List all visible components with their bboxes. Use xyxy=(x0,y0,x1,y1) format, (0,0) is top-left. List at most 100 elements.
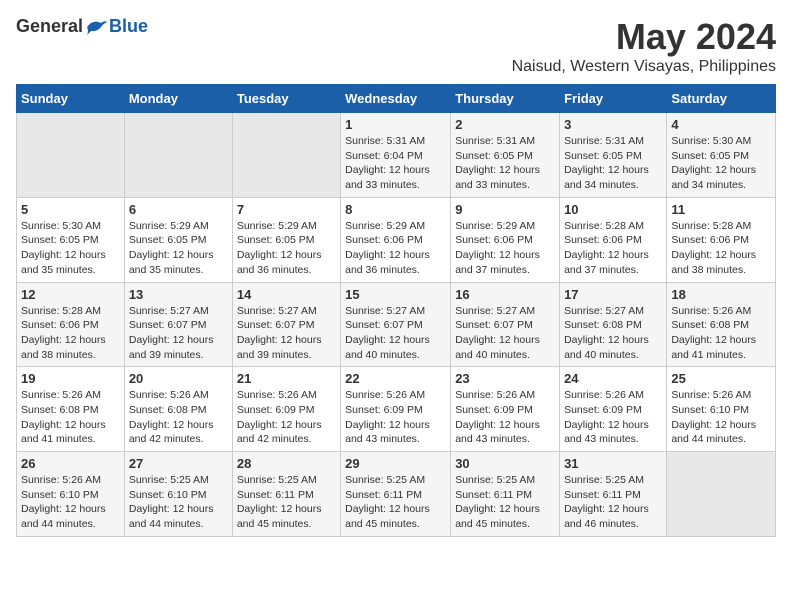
day-info: Sunrise: 5:29 AM Sunset: 6:05 PM Dayligh… xyxy=(129,219,228,278)
day-info: Sunrise: 5:26 AM Sunset: 6:09 PM Dayligh… xyxy=(455,388,555,447)
day-number: 3 xyxy=(564,117,662,132)
day-info: Sunrise: 5:29 AM Sunset: 6:06 PM Dayligh… xyxy=(455,219,555,278)
logo-general-text: General xyxy=(16,16,83,37)
calendar-cell: 11Sunrise: 5:28 AM Sunset: 6:06 PM Dayli… xyxy=(667,197,776,282)
day-info: Sunrise: 5:30 AM Sunset: 6:05 PM Dayligh… xyxy=(671,134,771,193)
column-header-monday: Monday xyxy=(124,85,232,113)
logo-bird-icon xyxy=(85,17,109,37)
day-info: Sunrise: 5:26 AM Sunset: 6:09 PM Dayligh… xyxy=(345,388,446,447)
day-info: Sunrise: 5:26 AM Sunset: 6:08 PM Dayligh… xyxy=(671,304,771,363)
calendar-header-row: SundayMondayTuesdayWednesdayThursdayFrid… xyxy=(17,85,776,113)
calendar-cell: 29 Sunrise: 5:25 AM Sunset: 6:11 PM Dayli… xyxy=(341,452,451,537)
calendar-cell: 21Sunrise: 5:26 AM Sunset: 6:09 PM Dayli… xyxy=(232,367,340,452)
day-number: 6 xyxy=(129,202,228,217)
calendar-cell: 2 Sunrise: 5:31 AM Sunset: 6:05 PM Daylig… xyxy=(451,113,560,198)
day-number: 26 xyxy=(21,456,120,471)
day-info: Sunrise: 5:26 AM Sunset: 6:10 PM Dayligh… xyxy=(671,388,771,447)
calendar-cell xyxy=(232,113,340,198)
column-header-friday: Friday xyxy=(560,85,667,113)
day-number: 30 xyxy=(455,456,555,471)
day-info: Sunrise: 5:31 AM Sunset: 6:05 PM Dayligh… xyxy=(455,134,555,193)
subtitle: Naisud, Western Visayas, Philippines xyxy=(512,58,776,76)
day-info: Sunrise: 5:31 AM Sunset: 6:04 PM Dayligh… xyxy=(345,134,446,193)
calendar-cell: 7 Sunrise: 5:29 AM Sunset: 6:05 PM Daylig… xyxy=(232,197,340,282)
calendar-cell xyxy=(124,113,232,198)
day-info: Sunrise: 5:25 AM Sunset: 6:11 PM Dayligh… xyxy=(345,473,446,532)
calendar-cell: 18 Sunrise: 5:26 AM Sunset: 6:08 PM Dayli… xyxy=(667,282,776,367)
day-info: Sunrise: 5:27 AM Sunset: 6:07 PM Dayligh… xyxy=(129,304,228,363)
day-number: 19 xyxy=(21,371,120,386)
day-number: 16 xyxy=(455,287,555,302)
day-number: 22 xyxy=(345,371,446,386)
day-info: Sunrise: 5:27 AM Sunset: 6:07 PM Dayligh… xyxy=(455,304,555,363)
day-number: 20 xyxy=(129,371,228,386)
day-number: 15 xyxy=(345,287,446,302)
main-title: May 2024 xyxy=(512,16,776,58)
day-number: 17 xyxy=(564,287,662,302)
calendar: SundayMondayTuesdayWednesdayThursdayFrid… xyxy=(16,84,776,537)
day-info: Sunrise: 5:27 AM Sunset: 6:07 PM Dayligh… xyxy=(345,304,446,363)
calendar-cell: 8Sunrise: 5:29 AM Sunset: 6:06 PM Daylig… xyxy=(341,197,451,282)
day-number: 31 xyxy=(564,456,662,471)
day-info: Sunrise: 5:28 AM Sunset: 6:06 PM Dayligh… xyxy=(21,304,120,363)
calendar-cell: 22 Sunrise: 5:26 AM Sunset: 6:09 PM Dayli… xyxy=(341,367,451,452)
calendar-cell: 17 Sunrise: 5:27 AM Sunset: 6:08 PM Dayli… xyxy=(560,282,667,367)
logo-blue-text: Blue xyxy=(109,16,148,37)
calendar-week-row: 26 Sunrise: 5:26 AM Sunset: 6:10 PM Dayli… xyxy=(17,452,776,537)
calendar-cell: 12Sunrise: 5:28 AM Sunset: 6:06 PM Dayli… xyxy=(17,282,125,367)
calendar-cell: 15 Sunrise: 5:27 AM Sunset: 6:07 PM Dayli… xyxy=(341,282,451,367)
calendar-cell: 19 Sunrise: 5:26 AM Sunset: 6:08 PM Dayli… xyxy=(17,367,125,452)
day-number: 23 xyxy=(455,371,555,386)
logo: General Blue xyxy=(16,16,148,37)
calendar-cell: 5Sunrise: 5:30 AM Sunset: 6:05 PM Daylig… xyxy=(17,197,125,282)
calendar-cell: 4 Sunrise: 5:30 AM Sunset: 6:05 PM Daylig… xyxy=(667,113,776,198)
day-number: 4 xyxy=(671,117,771,132)
calendar-cell: 16 Sunrise: 5:27 AM Sunset: 6:07 PM Dayli… xyxy=(451,282,560,367)
day-info: Sunrise: 5:31 AM Sunset: 6:05 PM Dayligh… xyxy=(564,134,662,193)
day-number: 14 xyxy=(237,287,336,302)
day-number: 28 xyxy=(237,456,336,471)
column-header-wednesday: Wednesday xyxy=(341,85,451,113)
day-number: 10 xyxy=(564,202,662,217)
header: General Blue May 2024 Naisud, Western Vi… xyxy=(16,16,776,76)
day-number: 25 xyxy=(671,371,771,386)
calendar-cell: 9 Sunrise: 5:29 AM Sunset: 6:06 PM Daylig… xyxy=(451,197,560,282)
day-number: 2 xyxy=(455,117,555,132)
calendar-cell: 25 Sunrise: 5:26 AM Sunset: 6:10 PM Dayli… xyxy=(667,367,776,452)
day-number: 7 xyxy=(237,202,336,217)
calendar-cell: 26 Sunrise: 5:26 AM Sunset: 6:10 PM Dayli… xyxy=(17,452,125,537)
calendar-cell: 3 Sunrise: 5:31 AM Sunset: 6:05 PM Daylig… xyxy=(560,113,667,198)
day-info: Sunrise: 5:30 AM Sunset: 6:05 PM Dayligh… xyxy=(21,219,120,278)
calendar-week-row: 12Sunrise: 5:28 AM Sunset: 6:06 PM Dayli… xyxy=(17,282,776,367)
calendar-cell xyxy=(667,452,776,537)
calendar-cell xyxy=(17,113,125,198)
day-info: Sunrise: 5:26 AM Sunset: 6:08 PM Dayligh… xyxy=(129,388,228,447)
calendar-cell: 23 Sunrise: 5:26 AM Sunset: 6:09 PM Dayli… xyxy=(451,367,560,452)
day-number: 11 xyxy=(671,202,771,217)
calendar-cell: 6 Sunrise: 5:29 AM Sunset: 6:05 PM Daylig… xyxy=(124,197,232,282)
calendar-cell: 13Sunrise: 5:27 AM Sunset: 6:07 PM Dayli… xyxy=(124,282,232,367)
calendar-week-row: 1 Sunrise: 5:31 AM Sunset: 6:04 PM Daylig… xyxy=(17,113,776,198)
calendar-cell: 1 Sunrise: 5:31 AM Sunset: 6:04 PM Daylig… xyxy=(341,113,451,198)
calendar-cell: 31 Sunrise: 5:25 AM Sunset: 6:11 PM Dayli… xyxy=(560,452,667,537)
day-number: 1 xyxy=(345,117,446,132)
day-number: 24 xyxy=(564,371,662,386)
day-number: 29 xyxy=(345,456,446,471)
day-info: Sunrise: 5:26 AM Sunset: 6:09 PM Dayligh… xyxy=(564,388,662,447)
day-number: 9 xyxy=(455,202,555,217)
day-number: 21 xyxy=(237,371,336,386)
day-info: Sunrise: 5:25 AM Sunset: 6:11 PM Dayligh… xyxy=(455,473,555,532)
day-info: Sunrise: 5:25 AM Sunset: 6:11 PM Dayligh… xyxy=(237,473,336,532)
day-number: 8 xyxy=(345,202,446,217)
column-header-tuesday: Tuesday xyxy=(232,85,340,113)
day-info: Sunrise: 5:28 AM Sunset: 6:06 PM Dayligh… xyxy=(564,219,662,278)
day-info: Sunrise: 5:27 AM Sunset: 6:08 PM Dayligh… xyxy=(564,304,662,363)
day-info: Sunrise: 5:29 AM Sunset: 6:05 PM Dayligh… xyxy=(237,219,336,278)
day-info: Sunrise: 5:25 AM Sunset: 6:11 PM Dayligh… xyxy=(564,473,662,532)
day-number: 18 xyxy=(671,287,771,302)
column-header-saturday: Saturday xyxy=(667,85,776,113)
calendar-week-row: 19 Sunrise: 5:26 AM Sunset: 6:08 PM Dayli… xyxy=(17,367,776,452)
day-number: 27 xyxy=(129,456,228,471)
day-info: Sunrise: 5:26 AM Sunset: 6:08 PM Dayligh… xyxy=(21,388,120,447)
day-info: Sunrise: 5:26 AM Sunset: 6:10 PM Dayligh… xyxy=(21,473,120,532)
